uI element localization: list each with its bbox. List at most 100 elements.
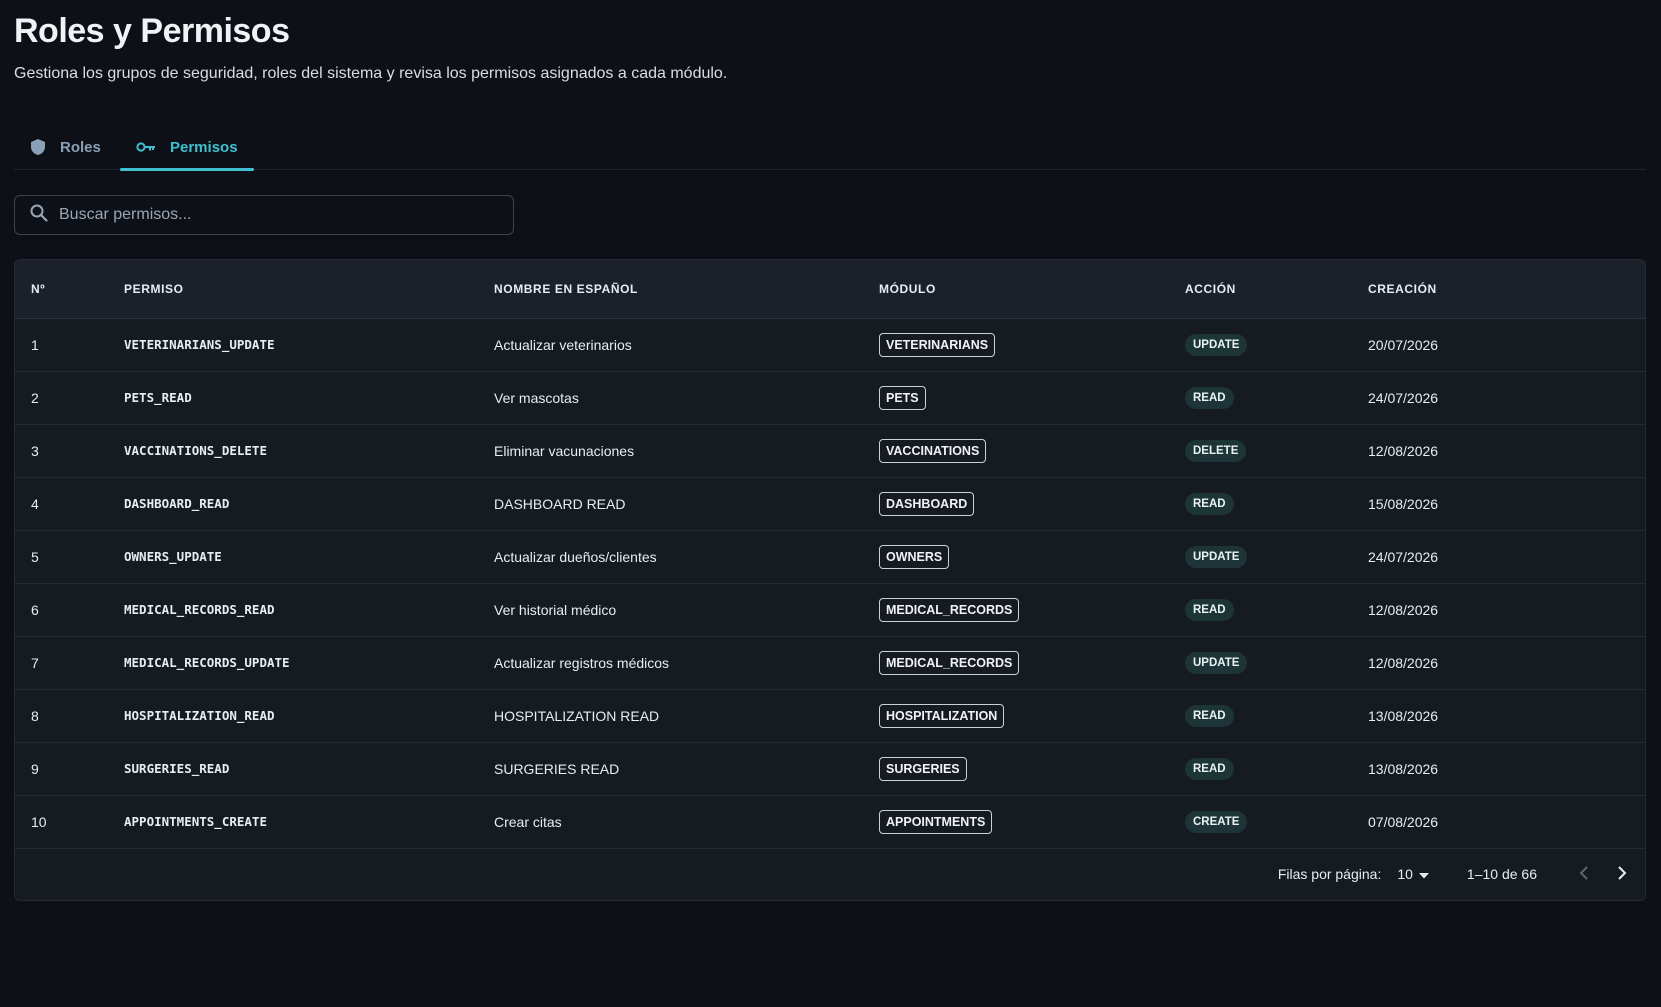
caret-down-icon	[1418, 866, 1429, 882]
tab-roles[interactable]: Roles	[14, 124, 120, 170]
tab-permisos[interactable]: Permisos	[120, 124, 254, 171]
key-icon	[136, 141, 156, 153]
action-chip: UPDATE	[1185, 545, 1248, 568]
cell-spanish-name: HOSPITALIZATION READ	[494, 707, 660, 724]
cell-spanish-name: Ver mascotas	[494, 389, 579, 406]
cell-permission: HOSPITALIZATION_READ	[124, 708, 275, 723]
module-chip: VACCINATIONS	[879, 438, 987, 463]
cell-action: UPDATE	[1185, 530, 1368, 583]
previous-page-button[interactable]	[1565, 855, 1603, 893]
table-row[interactable]: 7 MEDICAL_RECORDS_UPDATE Actualizar regist…	[15, 636, 1645, 689]
cell-permission: SURGERIES_READ	[124, 761, 230, 776]
table-row[interactable]: 9 SURGERIES_READ SURGERIES READ SURGERIES RE…	[15, 742, 1645, 795]
cell-action: DELETE	[1185, 424, 1368, 477]
module-chip: SURGERIES	[879, 756, 967, 781]
cell-number: 9	[31, 760, 39, 777]
module-chip: HOSPITALIZATION	[879, 703, 1005, 728]
cell-created: 13/08/2026	[1368, 707, 1439, 724]
cell-action: READ	[1185, 583, 1368, 636]
next-page-button[interactable]	[1603, 855, 1641, 893]
module-chip: OWNERS	[879, 544, 950, 569]
table-row[interactable]: 1 VETERINARIANS_UPDATE Actualizar veterina…	[15, 318, 1645, 371]
cell-spanish-name: Actualizar veterinarios	[494, 336, 632, 353]
cell-action: READ	[1185, 689, 1368, 742]
cell-action: UPDATE	[1185, 636, 1368, 689]
table-body: 1 VETERINARIANS_UPDATE Actualizar veterina…	[15, 318, 1645, 848]
cell-created: 20/07/2026	[1368, 336, 1439, 353]
cell-module: PETS	[879, 371, 1185, 424]
cell-spanish-name: Actualizar registros médicos	[494, 654, 670, 671]
cell-created: 12/08/2026	[1368, 442, 1439, 459]
cell-module: MEDICAL_RECORDS	[879, 583, 1185, 636]
cell-number: 10	[31, 813, 47, 830]
cell-permission: OWNERS_UPDATE	[124, 549, 222, 564]
action-chip: READ	[1185, 492, 1234, 515]
table-row[interactable]: 3 VACCINATIONS_DELETE Eliminar vacunacione…	[15, 424, 1645, 477]
action-chip: UPDATE	[1185, 651, 1248, 674]
cell-created: 24/07/2026	[1368, 548, 1439, 565]
table-row[interactable]: 4 DASHBOARD_READ DASHBOARD READ DASHBOARD RE…	[15, 477, 1645, 530]
cell-spanish-name: Actualizar dueños/clientes	[494, 548, 657, 565]
cell-number: 2	[31, 389, 39, 406]
cell-created: 15/08/2026	[1368, 495, 1439, 512]
cell-created: 13/08/2026	[1368, 760, 1439, 777]
column-header-module[interactable]: MÓDULO	[879, 260, 1185, 319]
action-chip: UPDATE	[1185, 333, 1248, 356]
column-header-action[interactable]: ACCIÓN	[1185, 260, 1368, 319]
module-chip: DASHBOARD	[879, 491, 975, 516]
cell-spanish-name: Ver historial médico	[494, 601, 617, 618]
cell-action: READ	[1185, 371, 1368, 424]
action-chip: READ	[1185, 386, 1234, 409]
tab-roles-label: Roles	[60, 138, 101, 156]
table-row[interactable]: 8 HOSPITALIZATION_READ HOSPITALIZATION REA…	[15, 689, 1645, 742]
permissions-table: Nº PERMISO NOMBRE EN ESPAÑOL MÓDULO ACCI…	[15, 260, 1645, 849]
cell-action: UPDATE	[1185, 318, 1368, 371]
search-input[interactable]	[59, 206, 513, 224]
cell-module: OWNERS	[879, 530, 1185, 583]
cell-module: DASHBOARD	[879, 477, 1185, 530]
cell-number: 8	[31, 707, 39, 724]
cell-number: 4	[31, 495, 39, 512]
cell-created: 24/07/2026	[1368, 389, 1439, 406]
cell-module: VACCINATIONS	[879, 424, 1185, 477]
cell-spanish-name: Eliminar vacunaciones	[494, 442, 635, 459]
page: Roles y Permisos Gestiona los grupos de …	[0, 0, 1661, 1007]
cell-number: 5	[31, 548, 39, 565]
action-chip: CREATE	[1185, 810, 1248, 833]
cell-permission: APPOINTMENTS_CREATE	[124, 814, 267, 829]
cell-action: READ	[1185, 742, 1368, 795]
cell-action: CREATE	[1185, 795, 1368, 848]
permissions-table-card: Nº PERMISO NOMBRE EN ESPAÑOL MÓDULO ACCI…	[14, 259, 1646, 901]
search-box	[14, 195, 514, 235]
chevron-right-icon	[1617, 865, 1627, 883]
table-row[interactable]: 2 PETS_READ Ver mascotas PETS READ 24/07/2026	[15, 371, 1645, 424]
column-header-number[interactable]: Nº	[15, 260, 124, 319]
cell-module: SURGERIES	[879, 742, 1185, 795]
page-title: Roles y Permisos	[14, 12, 290, 50]
cell-module: APPOINTMENTS	[879, 795, 1185, 848]
cell-number: 7	[31, 654, 39, 671]
cell-created: 12/08/2026	[1368, 654, 1439, 671]
module-chip: VETERINARIANS	[879, 332, 996, 357]
column-header-spanish-name[interactable]: NOMBRE EN ESPAÑOL	[494, 260, 879, 319]
shield-icon	[30, 138, 46, 156]
cell-number: 6	[31, 601, 39, 618]
column-header-permission[interactable]: PERMISO	[124, 260, 494, 319]
action-chip: READ	[1185, 757, 1234, 780]
action-chip: READ	[1185, 598, 1234, 621]
rows-per-page-select[interactable]: 10	[1397, 866, 1429, 882]
cell-created: 07/08/2026	[1368, 813, 1439, 830]
tab-permisos-label: Permisos	[170, 138, 238, 156]
cell-permission: DASHBOARD_READ	[124, 496, 230, 511]
rows-per-page-value: 10	[1397, 866, 1413, 882]
cell-permission: MEDICAL_RECORDS_READ	[124, 602, 275, 617]
table-row[interactable]: 6 MEDICAL_RECORDS_READ Ver historial médic…	[15, 583, 1645, 636]
column-header-created[interactable]: CREACIÓN	[1368, 260, 1645, 319]
action-chip: READ	[1185, 704, 1234, 727]
table-row[interactable]: 10 APPOINTMENTS_CREATE Crear citas APPOINTM…	[15, 795, 1645, 848]
rows-per-page-label: Filas por página:	[1277, 866, 1382, 882]
table-row[interactable]: 5 OWNERS_UPDATE Actualizar dueños/clientes…	[15, 530, 1645, 583]
cell-created: 12/08/2026	[1368, 601, 1439, 618]
tabs: Roles Permisos	[14, 124, 1646, 171]
cell-number: 1	[31, 336, 39, 353]
